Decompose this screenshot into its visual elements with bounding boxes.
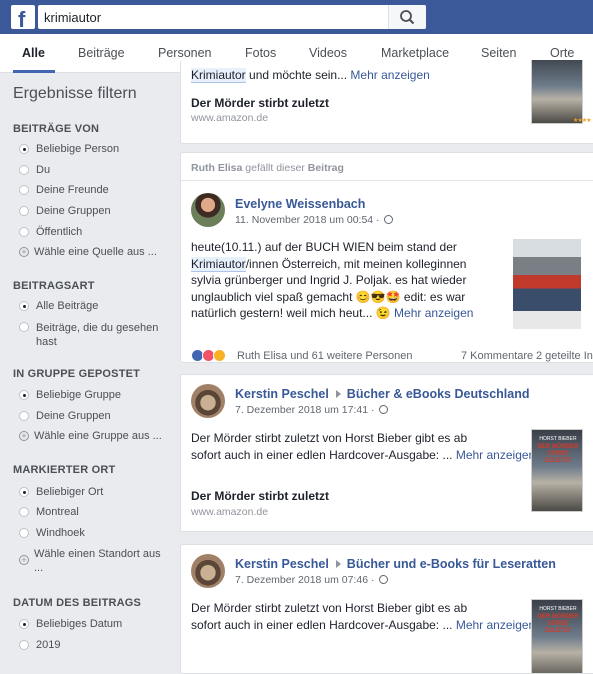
tab-beitraege[interactable]: Beiträge (78, 46, 125, 60)
radio-selected-icon (19, 487, 29, 497)
liked-by-note: Ruth Elisa gefällt dieser Beitrag (191, 162, 344, 174)
link-title[interactable]: Der Mörder stirbt zuletzt (191, 96, 329, 110)
radio-icon (19, 227, 29, 237)
link-domain: www.amazon.de (191, 112, 269, 124)
tab-fotos[interactable]: Fotos (245, 46, 276, 60)
post-timestamp[interactable]: 7. Dezember 2018 um 17:41 · (235, 404, 388, 416)
radio-icon (19, 411, 29, 421)
search-button[interactable] (388, 5, 426, 29)
plus-icon: + (19, 247, 29, 257)
comments-count[interactable]: 7 Kommentare (461, 350, 533, 362)
link-domain: www.amazon.de (191, 506, 269, 518)
globe-icon (378, 405, 388, 414)
search-box[interactable] (38, 5, 426, 29)
post-card: Ruth Elisa gefällt dieser Beitrag Evelyn… (180, 152, 593, 363)
radio-selected-icon (19, 301, 29, 311)
radio-icon (19, 185, 29, 195)
post-card: Krimiautor und möchte sein... Mehr anzei… (180, 60, 593, 144)
filter-sidebar: Ergebnisse filtern BEITRÄGE VON Beliebig… (13, 85, 162, 651)
tab-orte[interactable]: Orte (550, 46, 574, 60)
post-author[interactable]: Kerstin Peschel Bücher & eBooks Deutschla… (235, 387, 529, 401)
plus-icon: + (19, 555, 29, 565)
filter-heading-datum: DATUM DES BEITRAGS (13, 597, 142, 609)
tab-seiten[interactable]: Seiten (481, 46, 516, 60)
radio-icon (19, 206, 29, 216)
filter-title: Ergebnisse filtern (13, 85, 137, 102)
avatar[interactable] (191, 193, 225, 227)
post-group[interactable]: Bücher & eBooks Deutschland (347, 387, 530, 401)
radio-icon (19, 507, 29, 517)
post-body: Krimiautor und möchte sein... Mehr anzei… (191, 68, 430, 83)
avatar[interactable] (191, 554, 225, 588)
arrow-right-icon (335, 560, 341, 568)
shares-count[interactable]: 2 geteilte Inhal (536, 350, 593, 362)
book-cover-image[interactable] (531, 60, 583, 124)
globe-icon (378, 575, 388, 584)
search-input[interactable] (44, 9, 384, 25)
post-body: heute(10.11.) auf der BUCH WIEN beim sta… (191, 240, 474, 320)
post-card: Kerstin Peschel Bücher & eBooks Deutschla… (180, 374, 593, 532)
more-link[interactable]: Mehr anzeigen (394, 306, 473, 320)
filter-heading-beitragsart: BEITRAGSART (13, 280, 95, 292)
filter-heading-beitraege-von: BEITRÄGE VON (13, 123, 100, 135)
post-group[interactable]: Bücher und e-Books für Leseratten (347, 557, 556, 571)
tab-alle[interactable]: Alle (22, 46, 45, 60)
radio-icon (19, 640, 29, 650)
radio-selected-icon (19, 144, 29, 154)
book-cover-image[interactable]: HORST BIEBER DER MÖRDER STIRBT ZULETZT (531, 429, 583, 512)
tab-personen[interactable]: Personen (158, 46, 212, 60)
tab-videos[interactable]: Videos (309, 46, 347, 60)
reactions-text[interactable]: Ruth Elisa und 61 weitere Personen (237, 350, 413, 362)
radio-icon (19, 528, 29, 538)
tab-marketplace[interactable]: Marketplace (381, 46, 449, 60)
post-author[interactable]: Kerstin Peschel Bücher und e-Books für Le… (235, 557, 556, 571)
filter-heading-ort: MARKIERTER ORT (13, 464, 116, 476)
post-timestamp[interactable]: 7. Dezember 2018 um 07:46 · (235, 574, 388, 586)
post-author[interactable]: Evelyne Weissenbach (235, 197, 365, 211)
more-link[interactable]: Mehr anzeigen (456, 448, 535, 462)
post-body: Der Mörder stirbt zuletzt von Horst Bieb… (191, 431, 536, 462)
wow-icon (213, 349, 226, 362)
radio-icon (19, 322, 29, 332)
top-bar: f (0, 0, 593, 34)
facebook-logo-icon[interactable]: f (11, 5, 35, 32)
post-photo[interactable] (513, 239, 581, 329)
post-timestamp[interactable]: 11. November 2018 um 00:54 · (235, 214, 393, 226)
globe-icon (383, 215, 393, 224)
avatar[interactable] (191, 384, 225, 418)
rating-stars-icon: ★★★★ (573, 118, 591, 124)
more-link[interactable]: Mehr anzeigen (350, 68, 429, 82)
link-title[interactable]: Der Mörder stirbt zuletzt (191, 489, 329, 503)
plus-icon: + (19, 431, 29, 441)
post-card: Kerstin Peschel Bücher und e-Books für Le… (180, 544, 593, 674)
filter-heading-gruppe: IN GRUPPE GEPOSTET (13, 368, 141, 380)
radio-selected-icon (19, 390, 29, 400)
radio-icon (19, 165, 29, 175)
radio-selected-icon (19, 619, 29, 629)
book-cover-image[interactable]: HORST BIEBER DER MÖRDER STIRBT ZULETZT (531, 599, 583, 673)
search-icon (400, 10, 415, 25)
post-body: Der Mörder stirbt zuletzt von Horst Bieb… (191, 601, 536, 632)
more-link[interactable]: Mehr anzeigen (456, 618, 535, 632)
arrow-right-icon (335, 390, 341, 398)
reactions-bar[interactable]: Ruth Elisa und 61 weitere Personen 7 Kom… (191, 349, 593, 362)
